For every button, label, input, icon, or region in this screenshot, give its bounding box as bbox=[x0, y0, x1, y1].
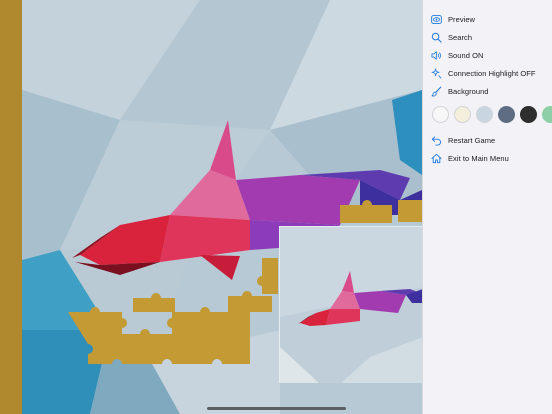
menu-item-label: Sound ON bbox=[448, 50, 484, 60]
menu-item-label: Preview bbox=[448, 14, 476, 24]
puzzle-board[interactable] bbox=[0, 0, 422, 414]
menu-item-label: Restart Game bbox=[448, 135, 496, 145]
menu-item-label: Exit to Main Menu bbox=[448, 153, 509, 163]
home-icon bbox=[431, 153, 442, 163]
swatch-white[interactable] bbox=[432, 106, 449, 123]
paintbrush-icon bbox=[431, 86, 442, 96]
sparkle-icon bbox=[431, 67, 442, 78]
swatch-black[interactable] bbox=[520, 106, 537, 123]
home-indicator[interactable] bbox=[207, 407, 346, 410]
menu-item-restart-game[interactable]: Restart Game bbox=[431, 132, 495, 148]
menu-item-sound[interactable]: Sound ON bbox=[431, 47, 483, 63]
menu-item-label: Background bbox=[448, 86, 489, 96]
menu-item-exit-main-menu[interactable]: Exit to Main Menu bbox=[431, 150, 509, 166]
preview-thumbnail[interactable] bbox=[279, 226, 422, 383]
swatch-slate[interactable] bbox=[498, 106, 515, 123]
swatch-mint[interactable] bbox=[542, 106, 552, 123]
menu-item-preview[interactable]: Preview bbox=[431, 11, 475, 27]
search-icon bbox=[431, 32, 442, 43]
menu-item-label: Search bbox=[448, 32, 473, 42]
swatch-cream[interactable] bbox=[454, 106, 471, 123]
eye-icon bbox=[431, 14, 442, 24]
menu-item-search[interactable]: Search bbox=[431, 29, 472, 45]
side-menu: Preview Search Sound ON Connection Highl… bbox=[422, 0, 552, 414]
background-swatches bbox=[432, 106, 552, 123]
swatch-light-blue[interactable] bbox=[476, 106, 493, 123]
menu-item-background[interactable]: Background bbox=[431, 83, 489, 99]
undo-arrow-icon bbox=[431, 136, 441, 146]
preview-artwork bbox=[280, 227, 422, 383]
menu-item-label: Connection Highlight OFF bbox=[448, 68, 536, 78]
board-frame bbox=[0, 0, 22, 414]
speaker-icon bbox=[431, 50, 441, 60]
menu-item-connection-highlight[interactable]: Connection Highlight OFF bbox=[431, 65, 536, 81]
